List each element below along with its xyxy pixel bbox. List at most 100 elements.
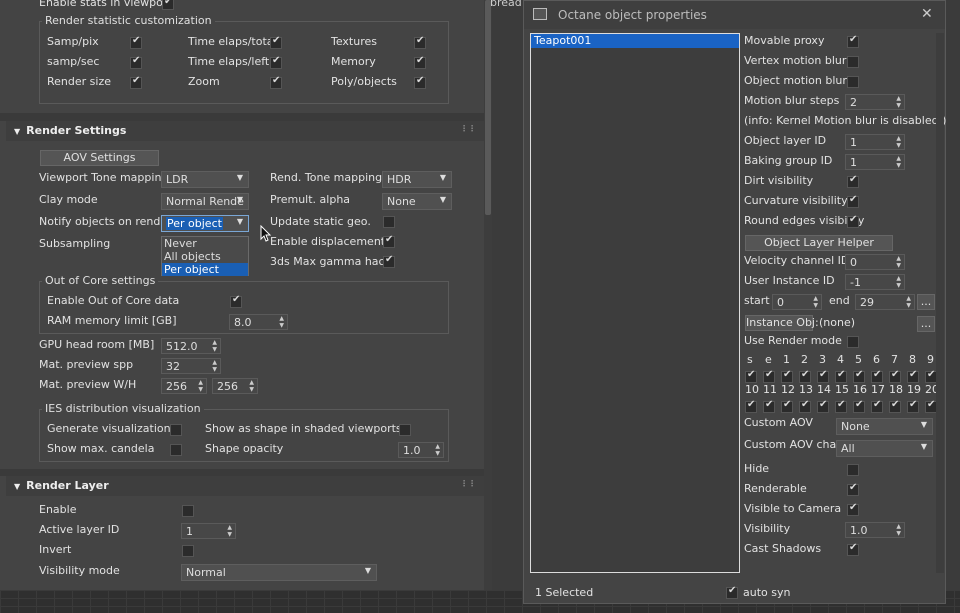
- stat-render-size-checkbox[interactable]: [130, 75, 142, 89]
- render-layer-header[interactable]: ▼ Render Layer ⋮⋮: [6, 476, 484, 496]
- visibility-spinner[interactable]: 1.0 ▲ ▼: [845, 522, 905, 538]
- layer-checkbox[interactable]: [853, 399, 865, 413]
- gamma-hack-checkbox[interactable]: [383, 254, 395, 268]
- stat-time-left-checkbox[interactable]: [270, 55, 282, 69]
- ooc-enable-checkbox[interactable]: [230, 294, 242, 308]
- hide-label: Hide: [744, 462, 770, 475]
- stat-samp-pix-checkbox[interactable]: [130, 35, 142, 49]
- layer-checkbox[interactable]: [871, 369, 883, 383]
- curv-vis-checkbox[interactable]: [847, 194, 859, 208]
- dropdown-arrow-icon: ▼: [236, 195, 243, 204]
- round-edges-checkbox[interactable]: [847, 214, 859, 228]
- custom-aov-dropdown[interactable]: None ▼: [836, 418, 933, 435]
- layer-checkbox[interactable]: [871, 399, 883, 413]
- velocity-spinner[interactable]: 0 ▲ ▼: [845, 254, 905, 270]
- update-static-checkbox[interactable]: [383, 216, 395, 228]
- dirt-vis-label: Dirt visibility: [744, 174, 814, 187]
- cast-shadows-checkbox[interactable]: [847, 542, 859, 556]
- layer-checkbox[interactable]: [799, 399, 811, 413]
- window-titlebar[interactable]: Octane object properties ✕: [524, 1, 945, 29]
- properties-scrollbar[interactable]: [936, 33, 944, 573]
- layer-checkbox[interactable]: [835, 399, 847, 413]
- list-item[interactable]: Teapot001: [531, 34, 739, 48]
- baking-group-value: 1: [850, 156, 857, 169]
- layer-checkbox[interactable]: [853, 369, 865, 383]
- start-spinner[interactable]: 0 ▲ ▼: [772, 294, 822, 310]
- mat-spp-spinner[interactable]: 32 ▲ ▼: [161, 358, 221, 374]
- use-render-mode-checkbox[interactable]: [847, 336, 859, 348]
- visible-camera-checkbox[interactable]: [847, 502, 859, 516]
- panel-scrollbar-thumb[interactable]: [485, 0, 491, 215]
- render-settings-header[interactable]: ▼ Render Settings ⋮⋮: [6, 121, 484, 141]
- instance-obj-button[interactable]: Instance Obj:: [745, 315, 819, 331]
- panel-scrollbar[interactable]: [484, 0, 492, 590]
- layer-checkbox[interactable]: [745, 399, 757, 413]
- spinner-arrows-icon: ▲ ▼: [896, 95, 901, 109]
- object-list[interactable]: Teapot001: [530, 33, 740, 573]
- show-candela-checkbox[interactable]: [170, 444, 182, 456]
- notify-objects-dropdown[interactable]: Per object ▼: [161, 215, 249, 232]
- stat-memory-checkbox[interactable]: [414, 55, 426, 69]
- mat-w-spinner[interactable]: 256 ▲ ▼: [161, 378, 207, 394]
- active-layer-spinner[interactable]: 1 ▲ ▼: [181, 523, 236, 539]
- enable-stats-checkbox[interactable]: [162, 0, 174, 10]
- instance-obj-browse-button[interactable]: ...: [917, 316, 935, 332]
- layer-checkbox[interactable]: [763, 369, 775, 383]
- show-shape-checkbox[interactable]: [399, 424, 411, 436]
- stat-poly-objects-checkbox[interactable]: [414, 75, 426, 89]
- shape-opacity-spinner[interactable]: 1.0 ▲ ▼: [398, 442, 444, 458]
- layer-checkbox[interactable]: [781, 399, 793, 413]
- aov-settings-button[interactable]: AOV Settings: [40, 150, 159, 166]
- mat-h-spinner[interactable]: 256 ▲ ▼: [212, 378, 258, 394]
- stat-samp-sec-checkbox[interactable]: [130, 55, 142, 69]
- premult-alpha-dropdown[interactable]: None ▼: [382, 193, 452, 210]
- stat-time-total-checkbox[interactable]: [270, 35, 282, 49]
- layer-checkbox[interactable]: [907, 369, 919, 383]
- hide-checkbox[interactable]: [847, 464, 859, 476]
- renderable-checkbox[interactable]: [847, 482, 859, 496]
- invert-checkbox[interactable]: [182, 545, 194, 557]
- layer-checkbox[interactable]: [889, 399, 901, 413]
- mat-h-value: 256: [217, 380, 238, 393]
- obj-layer-id-spinner[interactable]: 1 ▲ ▼: [845, 134, 905, 150]
- visibility-mode-dropdown[interactable]: Normal ▼: [181, 564, 377, 581]
- ram-limit-spinner[interactable]: 8.0 ▲ ▼: [229, 314, 288, 330]
- user-instance-value: -1: [850, 276, 861, 289]
- rend-tone-dropdown[interactable]: HDR ▼: [382, 171, 452, 188]
- vertex-mb-checkbox[interactable]: [847, 56, 859, 68]
- frame-range-browse-button[interactable]: ...: [917, 294, 935, 310]
- layer-enable-checkbox[interactable]: [182, 505, 194, 517]
- viewport-tone-dropdown[interactable]: LDR ▼: [161, 171, 249, 188]
- layer-checkbox[interactable]: [745, 369, 757, 383]
- gen-vis-checkbox[interactable]: [170, 424, 182, 436]
- custom-aov-chan-dropdown[interactable]: All ▼: [836, 440, 933, 457]
- layer-checkbox[interactable]: [907, 399, 919, 413]
- option-all-objects[interactable]: All objects: [162, 250, 248, 263]
- layer-checkbox[interactable]: [781, 369, 793, 383]
- gpu-headroom-spinner[interactable]: 512.0 ▲ ▼: [161, 338, 221, 354]
- layer-checkbox[interactable]: [835, 369, 847, 383]
- object-mb-checkbox[interactable]: [847, 76, 859, 88]
- baking-group-spinner[interactable]: 1 ▲ ▼: [845, 154, 905, 170]
- dirt-vis-checkbox[interactable]: [847, 174, 859, 188]
- auto-sync-checkbox[interactable]: [726, 585, 738, 599]
- layer-label: 17: [871, 383, 885, 396]
- stat-label: Zoom: [188, 75, 220, 88]
- layer-checkbox[interactable]: [817, 369, 829, 383]
- close-icon[interactable]: ✕: [921, 6, 933, 22]
- option-per-object[interactable]: Per object: [162, 263, 248, 276]
- mb-steps-spinner[interactable]: 2 ▲ ▼: [845, 94, 905, 110]
- option-never[interactable]: Never: [162, 237, 248, 250]
- object-layer-helper-button[interactable]: Object Layer Helper: [745, 235, 893, 251]
- movable-proxy-checkbox[interactable]: [847, 34, 859, 48]
- layer-checkbox[interactable]: [817, 399, 829, 413]
- layer-checkbox[interactable]: [799, 369, 811, 383]
- enable-displacement-checkbox[interactable]: [383, 234, 395, 248]
- layer-checkbox[interactable]: [763, 399, 775, 413]
- stat-textures-checkbox[interactable]: [414, 35, 426, 49]
- stat-zoom-checkbox[interactable]: [270, 75, 282, 89]
- user-instance-spinner[interactable]: -1 ▲ ▼: [845, 274, 905, 290]
- end-spinner[interactable]: 29 ▲ ▼: [855, 294, 915, 310]
- clay-mode-dropdown[interactable]: Normal Rende ▼: [161, 193, 249, 210]
- layer-checkbox[interactable]: [889, 369, 901, 383]
